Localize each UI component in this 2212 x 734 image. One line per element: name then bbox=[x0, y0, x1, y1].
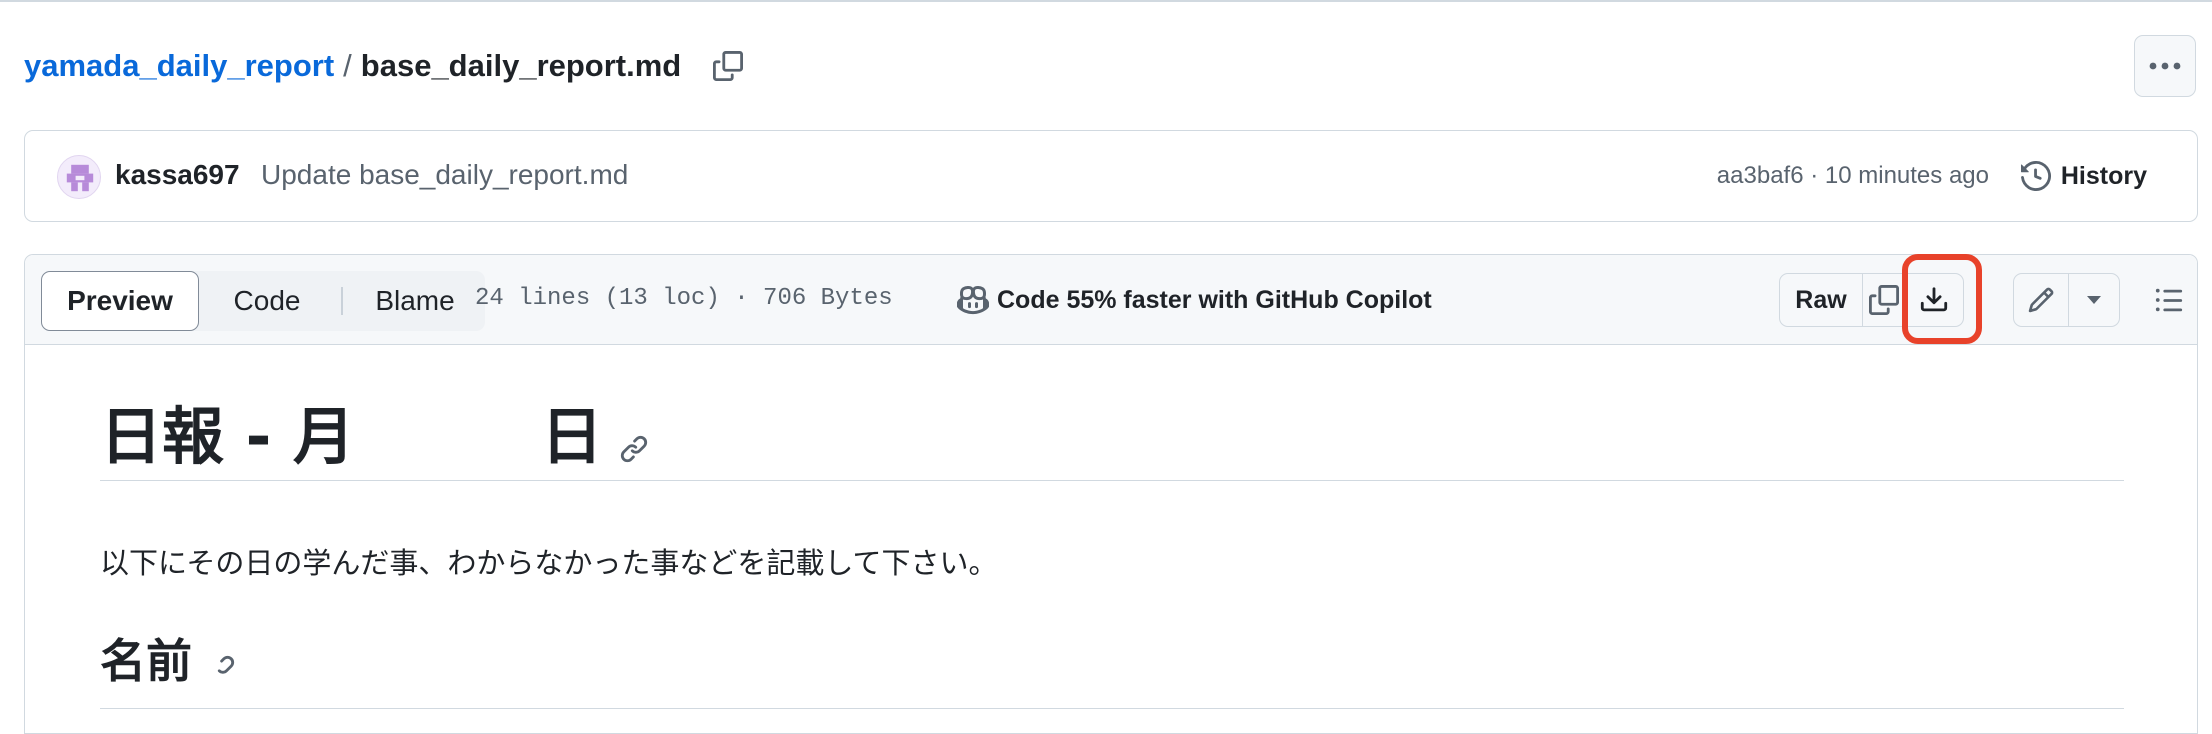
file-header: Preview Code Blame 24 lines (13 loc) · 7… bbox=[25, 255, 2197, 345]
copy-raw-button[interactable] bbox=[1861, 273, 1906, 327]
commit-message[interactable]: Update base_daily_report.md bbox=[261, 159, 628, 191]
identicon-icon bbox=[66, 164, 94, 192]
edit-options-dropdown[interactable] bbox=[2067, 273, 2120, 327]
tab-divider bbox=[341, 287, 343, 315]
link-icon bbox=[211, 655, 235, 679]
heading-1-text: 日報 - 月 日 bbox=[100, 400, 603, 473]
list-icon bbox=[2155, 288, 2183, 312]
copilot-label: Code 55% faster with GitHub Copilot bbox=[997, 285, 1432, 314]
caret-down-icon bbox=[2086, 296, 2101, 304]
copy-path-button[interactable] bbox=[709, 47, 747, 85]
pencil-icon bbox=[2028, 287, 2054, 313]
heading-2-anchor[interactable] bbox=[206, 654, 236, 689]
raw-button[interactable]: Raw bbox=[1779, 273, 1863, 327]
tab-code[interactable]: Code bbox=[203, 271, 331, 331]
history-icon bbox=[2020, 161, 2051, 191]
breadcrumb-separator: / bbox=[343, 48, 352, 83]
outline-button[interactable] bbox=[2141, 273, 2197, 327]
kebab-icon bbox=[2149, 62, 2181, 70]
commit-sha-time[interactable]: aa3baf6 · 10 minutes ago bbox=[1717, 162, 1989, 190]
latest-commit-bar: kassa697 Update base_daily_report.md aa3… bbox=[24, 130, 2198, 222]
heading-2: 名前 bbox=[100, 636, 2124, 709]
avatar[interactable] bbox=[57, 155, 101, 199]
heading-1-anchor[interactable] bbox=[619, 434, 649, 469]
more-options-button[interactable] bbox=[2134, 35, 2196, 97]
copy-raw-icon bbox=[1868, 285, 1899, 315]
breadcrumb-file-name: base_daily_report.md bbox=[360, 48, 682, 83]
commit-author[interactable]: kassa697 bbox=[115, 159, 240, 191]
edit-button-group bbox=[2013, 273, 2120, 327]
link-icon bbox=[620, 435, 648, 463]
raw-button-group: Raw bbox=[1779, 273, 1964, 327]
view-mode-toggle: Preview Code Blame bbox=[41, 271, 485, 331]
history-label: History bbox=[2060, 161, 2147, 190]
top-border bbox=[0, 0, 2212, 2]
copy-icon bbox=[713, 51, 744, 81]
download-raw-button[interactable] bbox=[1904, 273, 1964, 327]
breadcrumb-repo-link[interactable]: yamada_daily_report bbox=[24, 48, 334, 84]
download-icon bbox=[1920, 287, 1948, 312]
edit-file-button[interactable] bbox=[2013, 273, 2069, 327]
file-meta: 24 lines (13 loc) · 706 Bytes bbox=[475, 285, 893, 312]
tab-preview[interactable]: Preview bbox=[41, 271, 199, 331]
paragraph: 以下にその日の学んだ事、わからなかった事などを記載して下さい。 bbox=[100, 546, 998, 580]
breadcrumb: yamada_daily_report / base_daily_report.… bbox=[24, 44, 747, 88]
tab-blame[interactable]: Blame bbox=[345, 271, 485, 331]
heading-1: 日報 - 月 日 bbox=[100, 404, 2124, 481]
copilot-link[interactable]: Code 55% faster with GitHub Copilot bbox=[957, 281, 1432, 319]
copilot-icon bbox=[957, 285, 989, 315]
history-button[interactable]: History bbox=[2020, 153, 2147, 199]
heading-2-text: 名前 bbox=[100, 634, 192, 688]
